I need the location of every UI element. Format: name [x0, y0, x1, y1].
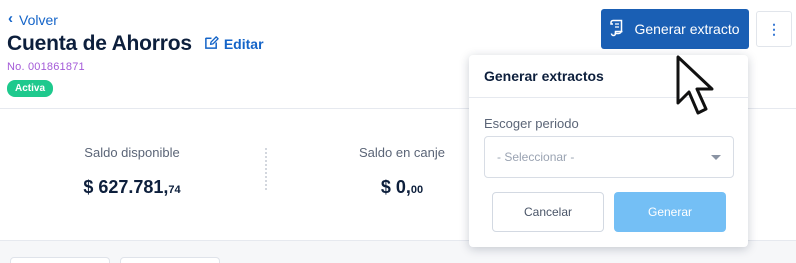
more-options-button[interactable]: ⋮ — [756, 11, 792, 47]
back-label: Volver — [19, 11, 58, 28]
period-select-placeholder: - Seleccionar - — [497, 150, 575, 164]
period-select[interactable]: - Seleccionar - — [484, 136, 734, 178]
status-badge: Activa — [7, 80, 54, 97]
edit-icon — [204, 35, 219, 53]
balance-exchange-amount: $ 0,00 — [322, 177, 482, 198]
bottom-tab-placeholder — [120, 257, 220, 263]
chevron-left-icon: ‹ — [8, 10, 13, 27]
balance-available-integer: $ 627.781, — [83, 177, 169, 197]
statement-icon — [610, 19, 626, 40]
balance-exchange-label: Saldo en canje — [358, 145, 445, 160]
balance-separator — [265, 148, 268, 190]
generate-button[interactable]: Generar — [614, 192, 726, 232]
title-row: Cuenta de Ahorros Editar — [7, 32, 264, 56]
balance-available-cents: 74 — [168, 184, 181, 196]
balance-exchange-cents: 00 — [410, 184, 424, 196]
edit-label: Editar — [223, 36, 264, 52]
account-number: No. 001861871 — [7, 61, 85, 73]
balance-exchange-card: Saldo en canje $ 0,00 — [322, 145, 482, 198]
edit-link[interactable]: Editar — [204, 35, 264, 53]
balance-exchange-integer: $ 0, — [380, 177, 411, 197]
caret-down-icon — [711, 154, 721, 160]
bottom-tab-placeholder — [10, 257, 110, 263]
back-link[interactable]: ‹ Volver — [8, 10, 58, 28]
balance-available-card: Saldo disponible $ 627.781,74 — [52, 145, 212, 198]
cancel-button[interactable]: Cancelar — [492, 192, 604, 232]
popover-title: Generar extractos — [484, 68, 604, 84]
more-vertical-icon: ⋮ — [767, 20, 781, 37]
balance-available-label: Saldo disponible — [84, 145, 180, 160]
mouse-pointer-icon — [676, 55, 714, 115]
balance-available-amount: $ 627.781,74 — [52, 177, 212, 198]
page-title: Cuenta de Ahorros — [7, 32, 192, 55]
generate-statement-button[interactable]: Generar extracto — [601, 9, 749, 49]
period-label: Escoger periodo — [484, 116, 579, 131]
generate-statement-label: Generar extracto — [634, 21, 740, 37]
